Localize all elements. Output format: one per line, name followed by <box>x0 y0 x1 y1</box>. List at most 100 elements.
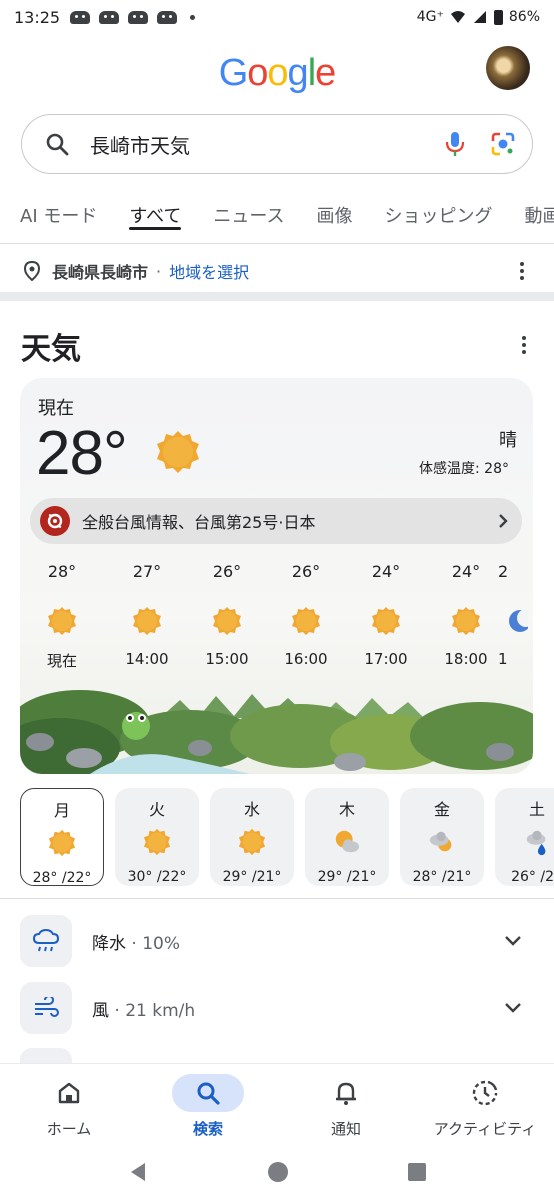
wind-text: 風 · 21 km/h <box>92 996 195 1021</box>
weather-more-icon[interactable] <box>514 334 534 356</box>
day-card[interactable]: 木 29° /21° <box>305 788 389 886</box>
search-bar[interactable]: 長崎市天気 <box>21 114 533 174</box>
sun-icon <box>143 828 171 856</box>
daily-forecast: 月 28° /22° 火 30° /22° 水 29° /21° 木 29° /… <box>20 788 554 886</box>
hour-item: 27° 14:00 <box>112 562 182 668</box>
hour-temp: 24° <box>451 562 481 581</box>
status-time: 13:25 <box>14 7 61 27</box>
day-card[interactable]: 水 29° /21° <box>210 788 294 886</box>
search-tabs: AI モード すべて ニュース 画像 ショッピング 動画 <box>0 196 554 242</box>
home-button-icon[interactable] <box>267 1161 289 1183</box>
tab-videos[interactable]: 動画 <box>524 196 554 242</box>
sun-icon <box>157 431 199 473</box>
tab-news[interactable]: ニュース <box>213 196 284 242</box>
precipitation-label: 降水 <box>92 933 126 954</box>
sun-icon <box>292 607 320 635</box>
hour-item: 28° 現在 <box>27 562 97 671</box>
feels-like: 体感温度: 28° <box>419 461 509 477</box>
sun-icon <box>48 829 76 857</box>
precipitation-value: 10% <box>142 933 181 954</box>
day-range: 29° /21° <box>317 869 377 885</box>
nav-search-label: 検索 <box>192 1120 223 1138</box>
day-range: 30° /22° <box>127 869 187 885</box>
nav-notifications[interactable]: 通知 <box>281 1074 411 1139</box>
weather-card[interactable]: 現在 28° 晴 体感温度: 28° 全般台風情報、台風第25号·日本 28° … <box>20 378 533 774</box>
tabs-divider <box>0 243 554 244</box>
wifi-icon <box>450 11 465 23</box>
sun-icon <box>48 607 76 635</box>
hour-temp: 26° <box>212 562 242 581</box>
current-temperature: 28° <box>36 419 128 488</box>
wind-separator: · <box>114 1000 120 1021</box>
weather-title: 天気 <box>21 332 81 367</box>
discord-notification-icon <box>128 10 149 24</box>
back-icon[interactable] <box>127 1161 149 1183</box>
tab-ai-mode[interactable]: AI モード <box>20 196 97 242</box>
more-notifications-icon <box>190 14 196 20</box>
rain-icon <box>20 915 72 967</box>
hour-label: 16:00 <box>284 650 328 668</box>
battery-icon <box>493 9 503 25</box>
wind-icon <box>20 982 72 1034</box>
sun-icon <box>452 607 480 635</box>
cell-signal-icon <box>473 11 486 23</box>
day-range: 28° /21° <box>412 869 472 885</box>
typhoon-alert[interactable]: 全般台風情報、台風第25号·日本 <box>30 498 522 544</box>
hour-item: 24° 18:00 <box>431 562 501 668</box>
recents-icon[interactable] <box>407 1162 427 1182</box>
wind-label: 風 <box>92 1000 109 1021</box>
hourly-forecast[interactable]: 28° 現在 27° 14:00 26° 15:00 26° 16:00 24°… <box>20 562 533 682</box>
choose-region-link[interactable]: 地域を選択 <box>169 259 249 283</box>
precipitation-row[interactable]: 降水 · 10% <box>20 915 534 967</box>
day-card[interactable]: 土 26° /22 <box>495 788 554 886</box>
sun-icon <box>133 607 161 635</box>
hour-item: 2 1 <box>498 562 533 668</box>
search-query[interactable]: 長崎市天気 <box>90 130 442 159</box>
bell-icon <box>310 1074 382 1112</box>
section-divider <box>0 292 554 301</box>
chevron-right-icon <box>499 514 508 528</box>
account-avatar[interactable] <box>486 46 530 90</box>
moon-icon <box>509 609 533 632</box>
location-separator: · <box>156 261 162 281</box>
tab-images[interactable]: 画像 <box>316 196 352 242</box>
day-name: 水 <box>243 800 260 819</box>
tab-shopping[interactable]: ショッピング <box>384 196 492 242</box>
hour-temp: 27° <box>132 562 162 581</box>
day-name: 木 <box>338 800 355 819</box>
nav-activity-label: アクティビティ <box>433 1120 537 1138</box>
section-divider <box>0 898 554 899</box>
precipitation-text: 降水 · 10% <box>92 929 180 954</box>
wind-row[interactable]: 風 · 21 km/h <box>20 982 534 1034</box>
day-name: 土 <box>528 800 545 819</box>
partly-cloudy-icon <box>335 830 360 853</box>
day-range: 26° /22 <box>511 869 554 885</box>
cloudy-sun-icon <box>429 831 452 852</box>
day-card[interactable]: 月 28° /22° <box>20 788 104 886</box>
day-range: 29° /21° <box>222 869 282 885</box>
day-card[interactable]: 金 28° /21° <box>400 788 484 886</box>
bottom-navigation: ホーム 検索 通知 アクティビティ <box>0 1064 554 1144</box>
day-name: 月 <box>53 801 70 820</box>
tab-all[interactable]: すべて <box>129 196 182 242</box>
microphone-icon[interactable] <box>442 131 468 157</box>
day-card[interactable]: 火 30° /22° <box>115 788 199 886</box>
hour-label: 現在 <box>46 652 77 670</box>
discord-notification-icon <box>99 10 120 24</box>
nav-activity[interactable]: アクティビティ <box>420 1074 550 1139</box>
activity-icon <box>449 1074 521 1112</box>
chevron-down-icon <box>505 936 521 946</box>
alert-text: 全般台風情報、台風第25号·日本 <box>82 513 316 532</box>
google-lens-icon[interactable] <box>490 131 516 157</box>
sun-icon <box>238 828 266 856</box>
day-name: 火 <box>148 800 165 819</box>
location-more-icon[interactable] <box>512 260 532 282</box>
wind-value: 21 km/h <box>125 1000 196 1021</box>
nav-search[interactable]: 検索 <box>143 1074 273 1139</box>
location-pin-icon <box>23 261 41 281</box>
now-label: 現在 <box>38 398 74 419</box>
nav-home[interactable]: ホーム <box>4 1074 134 1139</box>
google-logo[interactable]: Google <box>0 52 554 95</box>
hour-temp: 26° <box>291 562 321 581</box>
precipitation-separator: · <box>131 933 137 954</box>
